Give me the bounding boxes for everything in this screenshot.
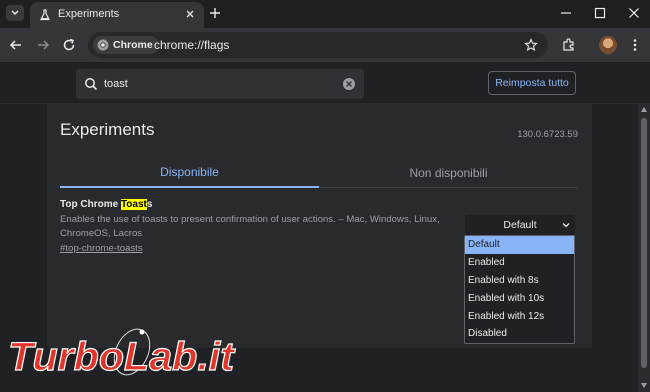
dropdown-option-default[interactable]: Default	[465, 236, 574, 254]
scroll-up-icon[interactable]	[641, 107, 647, 112]
back-arrow-icon[interactable]	[8, 37, 24, 53]
dropdown-option-enabled-12s[interactable]: Enabled with 12s	[465, 307, 574, 325]
url-text: chrome://flags	[154, 38, 230, 52]
tab-strip: Experiments	[0, 0, 650, 28]
flag-title-prefix: Top Chrome	[60, 199, 121, 210]
tab-available[interactable]: Disponibile	[60, 158, 319, 188]
bookmark-star-icon[interactable]	[524, 38, 538, 52]
profile-avatar[interactable]	[599, 36, 617, 54]
flags-search-box[interactable]	[76, 69, 364, 99]
turbolab-watermark-logo: TurboLab.it	[8, 328, 236, 380]
chevron-down-icon	[562, 223, 570, 228]
flag-select-value: Default	[503, 219, 537, 231]
scroll-down-icon[interactable]	[641, 383, 647, 388]
search-input[interactable]	[104, 75, 324, 93]
flags-header: Reimposta tutto	[0, 62, 650, 104]
reset-all-button[interactable]: Reimposta tutto	[488, 71, 576, 95]
search-highlight: Toast	[120, 199, 147, 210]
tab-search-button[interactable]	[6, 5, 24, 21]
minimize-icon[interactable]	[559, 6, 573, 20]
chevron-down-icon	[11, 10, 19, 15]
menu-kebab-icon[interactable]	[627, 37, 643, 53]
extensions-icon[interactable]	[561, 37, 577, 53]
flag-description: Enables the use of toasts to present con…	[60, 213, 452, 241]
browser-toolbar: Chrome chrome://flags	[0, 28, 650, 62]
maximize-icon[interactable]	[593, 6, 607, 20]
dropdown-option-enabled-10s[interactable]: Enabled with 10s	[465, 289, 574, 307]
new-tab-icon[interactable]	[208, 6, 222, 20]
window-close-icon[interactable]	[627, 6, 641, 20]
flags-tabs: Disponibile Non disponibili	[60, 158, 578, 188]
flag-select-dropdown: Default Enabled Enabled with 8s Enabled …	[464, 235, 575, 344]
tab-unavailable[interactable]: Non disponibili	[319, 158, 578, 188]
browser-tab[interactable]: Experiments	[30, 2, 204, 28]
flask-icon	[40, 9, 50, 21]
reload-icon[interactable]	[61, 37, 77, 53]
tab-title: Experiments	[58, 8, 120, 20]
close-icon[interactable]	[184, 8, 196, 20]
dropdown-option-enabled[interactable]: Enabled	[465, 254, 574, 272]
address-bar[interactable]: Chrome chrome://flags	[88, 32, 548, 58]
dropdown-option-enabled-8s[interactable]: Enabled with 8s	[465, 272, 574, 290]
page-scrollbar[interactable]	[638, 104, 650, 392]
version-label: 130.0.6723.59	[517, 129, 578, 140]
page-title: Experiments	[60, 120, 155, 139]
flag-description-line2: ChromeOS, Lacros	[60, 228, 143, 239]
flag-description-line1: Enables the use of toasts to present con…	[60, 214, 440, 225]
watermark-text: TurboLab.it	[8, 335, 236, 379]
search-icon	[85, 78, 98, 91]
dropdown-option-disabled[interactable]: Disabled	[465, 325, 574, 343]
flag-title-suffix: s	[146, 199, 153, 210]
site-chip[interactable]: Chrome	[93, 36, 159, 54]
clear-search-icon[interactable]	[342, 77, 356, 91]
scrollbar-thumb[interactable]	[641, 118, 647, 368]
flag-anchor-link[interactable]: #top-chrome-toasts	[60, 243, 143, 254]
flag-title: Top Chrome Toasts	[60, 199, 152, 210]
chrome-logo-icon	[97, 39, 109, 51]
forward-arrow-icon[interactable]	[35, 37, 51, 53]
site-chip-label: Chrome	[113, 39, 153, 51]
flag-select[interactable]: Default	[465, 215, 575, 235]
